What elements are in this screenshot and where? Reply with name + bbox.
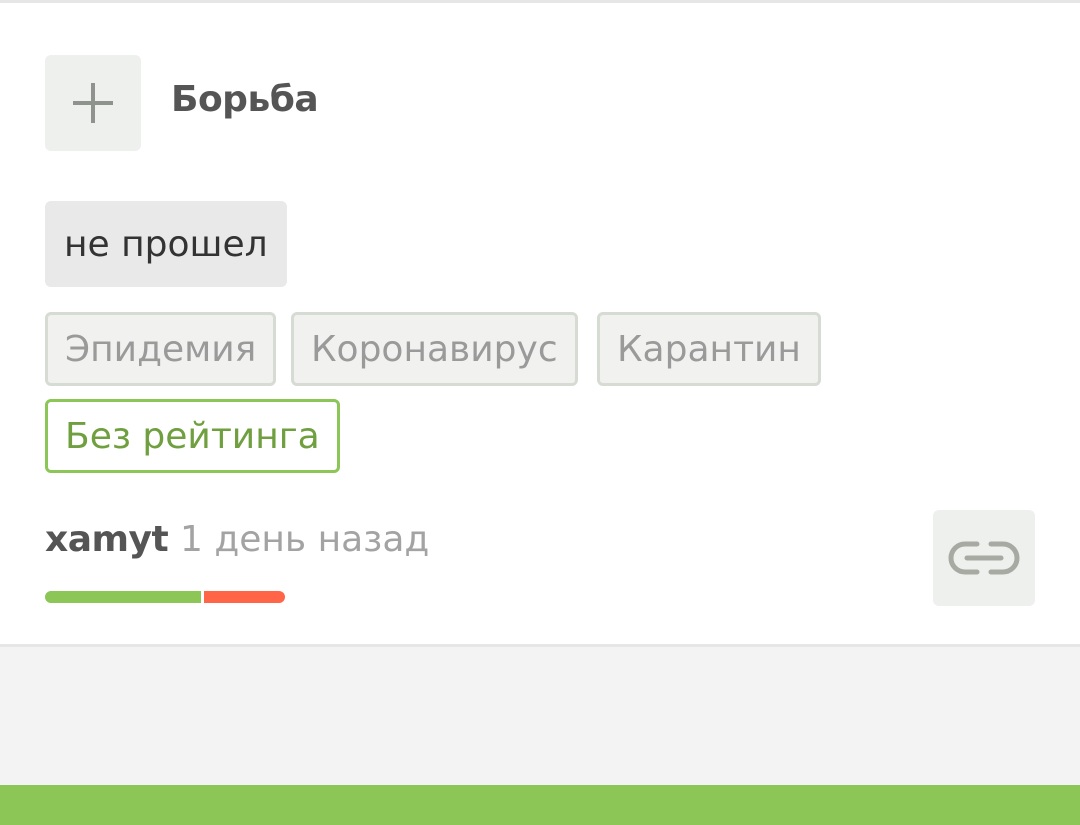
tag-coronavirus[interactable]: Коронавирус (291, 312, 578, 386)
post-title[interactable]: не прошел (45, 201, 287, 287)
rating-positive-fill (45, 591, 201, 603)
post-time: 1 день назад (180, 519, 430, 560)
plus-icon (73, 83, 113, 123)
subscribe-community-button[interactable] (45, 55, 141, 151)
tag-epidemic[interactable]: Эпидемия (45, 312, 277, 386)
copy-link-button[interactable] (933, 510, 1035, 606)
bottom-navigation-bar (0, 785, 1080, 825)
link-icon (948, 541, 1020, 575)
rating-negative-fill (204, 591, 285, 603)
tag-quarantine[interactable]: Карантин (597, 312, 821, 386)
author-name[interactable]: xamyt (45, 519, 169, 560)
post-card: Борьба не прошел Эпидемия Коронавирус Ка… (0, 0, 1080, 647)
rating-bar (45, 591, 285, 603)
tag-no-rating[interactable]: Без рейтинга (45, 399, 340, 473)
community-name[interactable]: Борьба (171, 79, 319, 120)
